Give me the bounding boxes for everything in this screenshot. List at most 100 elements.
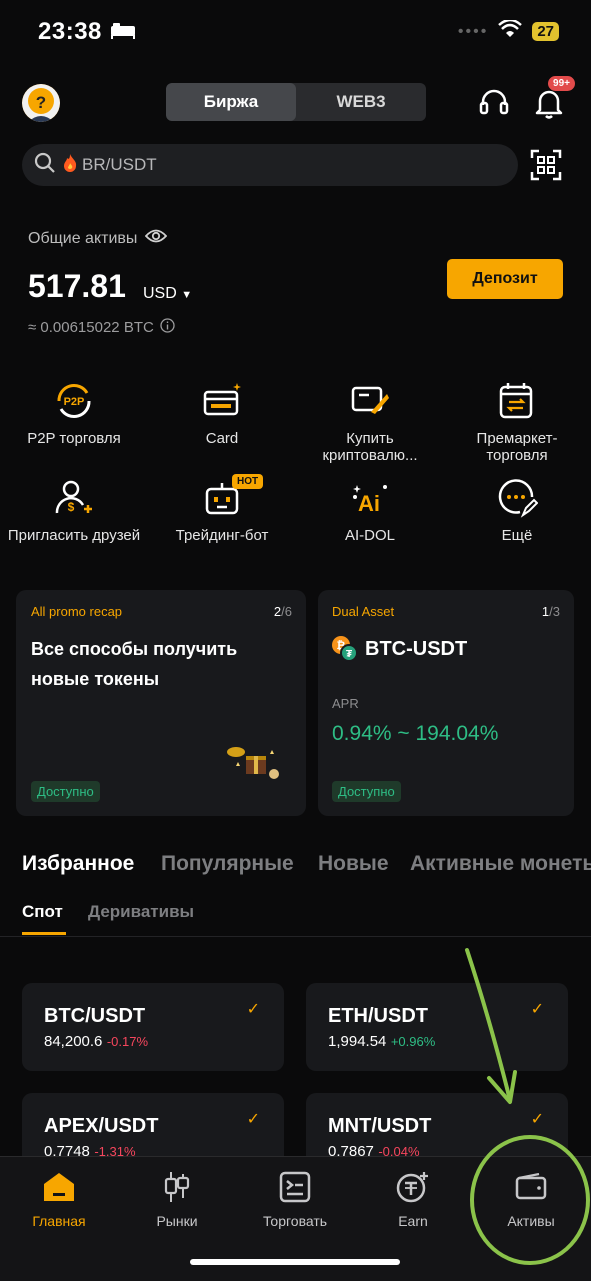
action-card-label: Card [205,430,239,447]
battery-indicator: 27 [532,22,559,41]
action-buy-crypto[interactable]: Купить криптовалю... [300,378,440,464]
action-premarket-label: Премаркет-торговля [476,430,558,464]
svg-text:P2P: P2P [64,396,85,408]
segment-exchange[interactable]: Биржа [166,83,296,121]
action-p2p[interactable]: P2P P2P торговля [4,378,144,447]
more-icon [447,475,587,519]
pair-price: 1,994.54 [328,1033,387,1050]
premarket-icon [447,378,587,422]
subtab-derivatives[interactable]: Деривативы [88,902,194,922]
pair-card[interactable]: ETH/USDT 1,994.54 +0.96% ✓ [306,983,568,1071]
pair-name: APEX/USDT [44,1115,159,1137]
pair-change: +0.96% [390,1034,436,1049]
action-card[interactable]: Card [152,378,292,447]
pair-name: BTC/USDT [44,1005,146,1027]
tab-favorites[interactable]: Избранное [22,852,134,876]
action-invite-label: Пригласить друзей [7,527,141,544]
action-trading-bot-label: Трейдинг-бот [175,527,269,544]
currency-selector[interactable]: USD ▼ [143,285,192,303]
subtab-spot[interactable]: Спот [22,902,63,922]
scan-qr-icon[interactable] [530,149,562,186]
bed-icon [110,22,136,45]
p2p-icon: P2P [4,378,144,422]
pair-name: MNT/USDT [328,1115,432,1137]
nav-home[interactable]: Главная [0,1157,118,1229]
tabs-divider [0,936,591,937]
search-icon [34,152,56,179]
search-input[interactable]: BR/USDT [82,155,157,175]
support-icon[interactable] [478,88,510,123]
nav-trade[interactable]: Торговать [236,1157,354,1229]
promo-card-dual-asset[interactable]: Dual Asset 1/3 ₿ ₮ BTC-USDT APR 0.94% ~ 1… [318,590,574,816]
search-bar[interactable]: BR/USDT [22,144,518,186]
caret-down-icon: ▼ [181,289,193,301]
nav-home-label: Главная [32,1213,86,1229]
total-assets-text: Общие активы [28,229,138,247]
fire-icon [62,153,78,178]
nav-assets[interactable]: Активы [472,1157,590,1229]
action-ai-dol-label: AI-DOL [344,527,395,544]
info-icon[interactable] [160,318,175,337]
checkmark-icon[interactable]: ✓ [531,1109,544,1129]
status-time: 23:38 [38,18,102,45]
action-invite[interactable]: $ Пригласить друзей [4,475,144,544]
segment-web3[interactable]: WEB3 [296,83,426,121]
currency-label: USD [143,285,177,302]
tab-popular[interactable]: Популярные [161,852,294,876]
exchange-web3-switch[interactable]: Биржа WEB3 [166,83,426,121]
deposit-button[interactable]: Депозит [447,259,563,299]
action-buy-crypto-label: Купить криптовалю... [322,430,418,464]
promo-tag: All promo recap [31,604,123,619]
apr-label: APR [332,696,359,711]
promo-tag: Dual Asset [332,604,395,619]
total-assets-value: 517.81 [28,268,126,304]
wifi-icon [498,18,523,43]
markets-icon [118,1167,236,1207]
checkmark-icon[interactable]: ✓ [531,999,544,1019]
total-assets-label: Общие активы [28,228,168,249]
tab-active-coins[interactable]: Активные монеты [410,852,591,876]
home-indicator [190,1259,400,1265]
nav-markets-label: Рынки [156,1213,198,1229]
pair-price-row: 1,994.54 +0.96% [328,1033,435,1051]
btc-usdt-coin-icon: ₿ ₮ [330,634,360,669]
hot-badge: HOT [232,474,264,489]
gift-box-icon [224,742,284,787]
promo-pagination: 2/6 [273,604,292,619]
nav-earn[interactable]: Earn [354,1157,472,1229]
nav-assets-label: Активы [507,1213,555,1229]
action-more[interactable]: Ещё [447,475,587,544]
nav-earn-label: Earn [398,1213,428,1229]
checkmark-icon[interactable]: ✓ [247,1109,260,1129]
nav-trade-label: Торговать [262,1213,328,1229]
svg-text:$: $ [68,500,75,514]
ai-icon: Ai [300,475,440,519]
btc-equivalent: ≈ 0.00615022 BTC [28,318,175,337]
svg-text:?: ? [36,93,46,112]
eye-icon[interactable] [145,228,168,249]
invite-icon: $ [4,475,144,519]
pair-price: 84,200.6 [44,1033,103,1050]
wallet-icon [472,1167,590,1207]
trading-bot-icon [152,475,292,519]
action-ai-dol[interactable]: Ai AI-DOL [300,475,440,544]
home-icon [0,1167,118,1207]
svg-text:₮: ₮ [346,649,352,660]
nav-markets[interactable]: Рынки [118,1157,236,1229]
tab-new[interactable]: Новые [318,852,389,876]
notification-bell-icon[interactable] [534,86,564,125]
earn-icon [354,1167,472,1207]
subtab-active-indicator [22,932,66,935]
promo-card-recap[interactable]: All promo recap 2/6 Все способы получить… [16,590,306,816]
card-icon [152,378,292,422]
checkmark-icon[interactable]: ✓ [247,999,260,1019]
status-badge: Доступно [332,781,401,802]
action-premarket[interactable]: Премаркет-торговля [447,378,587,464]
dual-asset-pair: BTC-USDT [365,638,468,660]
avatar[interactable]: ? [22,84,60,122]
apr-value: 0.94% ~ 194.04% [332,722,499,745]
signal-icon: •••• [457,22,489,40]
pair-card[interactable]: BTC/USDT 84,200.6 -0.17% ✓ [22,983,284,1071]
action-trading-bot[interactable]: Трейдинг-бот [152,475,292,544]
status-indicators: •••• 27 [457,18,559,43]
